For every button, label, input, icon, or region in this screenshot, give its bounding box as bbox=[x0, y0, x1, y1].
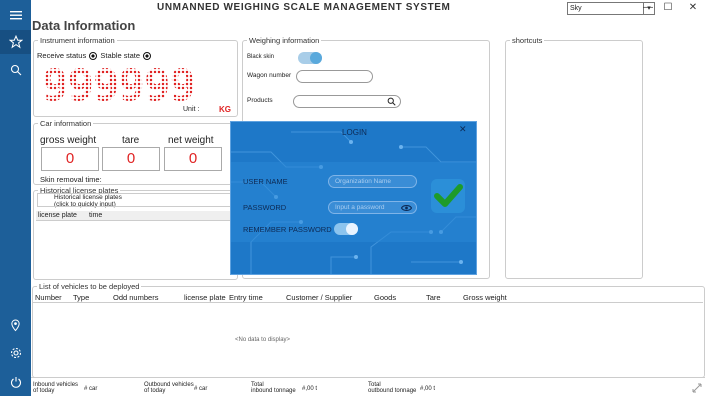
skin-removal-label: Skin removal time: bbox=[40, 175, 102, 184]
car-info-legend: Car information bbox=[40, 119, 92, 128]
app-title: UNMANNED WEIGHING SCALE MANAGEMENT SYSTE… bbox=[157, 2, 451, 13]
maximize-button[interactable]: ☐ bbox=[658, 1, 678, 15]
weighing-legend: Weighing information bbox=[249, 36, 320, 45]
gross-weight-value: 0 bbox=[41, 147, 99, 171]
col-license-plate: license plate bbox=[184, 293, 226, 302]
unit-label: Unit : bbox=[183, 106, 200, 113]
left-nav-rail bbox=[0, 0, 31, 396]
user-name-input[interactable]: Organization Name bbox=[328, 175, 417, 188]
history-search-input[interactable] bbox=[37, 193, 235, 207]
products-label: Products bbox=[247, 97, 273, 104]
theme-select-value: Sky bbox=[570, 5, 582, 12]
col-time: time bbox=[89, 212, 103, 219]
remember-password-toggle[interactable] bbox=[334, 223, 358, 235]
toggle-knob bbox=[346, 223, 358, 235]
eye-icon[interactable] bbox=[401, 204, 412, 212]
wagon-number-input[interactable] bbox=[296, 70, 373, 83]
tare-value: 0 bbox=[102, 147, 160, 171]
col-number: Number bbox=[35, 293, 62, 302]
stable-state-indicator bbox=[143, 52, 152, 61]
col-entry-time: Entry time bbox=[229, 293, 263, 302]
col-tare: Tare bbox=[426, 293, 441, 302]
password-placeholder: Input a password bbox=[335, 204, 385, 211]
title-bar: UNMANNED WEIGHING SCALE MANAGEMENT SYSTE… bbox=[31, 0, 705, 17]
wagon-number-label: Wagon number bbox=[247, 72, 292, 79]
toggle-knob bbox=[310, 52, 322, 64]
col-customer-supplier: Customer / Supplier bbox=[286, 293, 353, 302]
col-odd-numbers: Odd numbers bbox=[113, 293, 159, 302]
vehicles-legend: List of vehicles to be deployed bbox=[39, 282, 140, 291]
power-icon[interactable] bbox=[0, 370, 31, 394]
password-input[interactable]: Input a password bbox=[328, 201, 417, 214]
user-name-label: USER NAME bbox=[243, 177, 288, 186]
search-icon[interactable] bbox=[0, 58, 31, 82]
black-skin-toggle[interactable] bbox=[298, 52, 322, 64]
inbound-vehicles-label-2: of today bbox=[33, 388, 55, 394]
black-skin-label: Black skin bbox=[247, 54, 275, 60]
col-gross-weight: Gross weight bbox=[463, 293, 507, 302]
outbound-tonnage-label: Total outbound tonnage bbox=[368, 382, 416, 394]
login-title: LOGIN bbox=[342, 128, 367, 137]
menu-icon[interactable] bbox=[0, 3, 31, 27]
col-type: Type bbox=[73, 293, 90, 302]
receive-status-indicator bbox=[89, 52, 98, 61]
minimize-button[interactable]: — bbox=[638, 1, 658, 15]
empty-message: <No data to display> bbox=[235, 337, 291, 343]
outbound-tonnage-value: #,00 t bbox=[420, 386, 436, 392]
receive-status-label: Receive status bbox=[37, 51, 87, 60]
weight-display: 999999 bbox=[37, 62, 213, 112]
close-button[interactable]: ✕ bbox=[683, 1, 703, 15]
outbound-vehicles-value: # car bbox=[194, 386, 208, 392]
location-icon[interactable] bbox=[0, 313, 31, 337]
inbound-tonnage-label: Total inbound tonnage bbox=[251, 382, 296, 394]
login-close-button[interactable]: ✕ bbox=[459, 124, 467, 135]
outbound-tonnage-label-2: outbound tonnage bbox=[368, 388, 417, 394]
resize-grip-icon[interactable] bbox=[692, 383, 702, 393]
receive-status-row: Receive status Stable state bbox=[37, 51, 152, 61]
unit-value: KG bbox=[219, 105, 231, 114]
search-icon[interactable] bbox=[387, 97, 396, 106]
col-license-plate: license plate bbox=[38, 212, 77, 219]
outbound-vehicles-label: Outbound vehicles of today bbox=[144, 382, 194, 394]
outbound-vehicles-label-2: of today bbox=[144, 388, 166, 394]
inbound-tonnage-label-2: inbound tonnage bbox=[251, 388, 296, 394]
shortcuts-panel: shortcuts bbox=[505, 36, 643, 279]
password-label: PASSWORD bbox=[243, 203, 287, 212]
tare-label: tare bbox=[122, 135, 140, 146]
led-dot-mask bbox=[37, 62, 213, 112]
login-button[interactable] bbox=[431, 179, 465, 213]
vehicles-table-header: Number Type Odd numbers license plate En… bbox=[33, 292, 703, 303]
inbound-vehicles-value: # car bbox=[84, 386, 98, 392]
stable-state-label: Stable state bbox=[100, 51, 140, 60]
shortcuts-legend: shortcuts bbox=[512, 36, 543, 45]
net-weight-label: net weight bbox=[168, 135, 214, 146]
login-dialog: LOGIN ✕ USER NAME Organization Name PASS… bbox=[230, 121, 477, 275]
products-input[interactable] bbox=[293, 95, 401, 108]
inbound-vehicles-label: Inbound vehicles of today bbox=[33, 382, 78, 394]
gross-weight-label: gross weight bbox=[40, 135, 97, 146]
settings-icon[interactable] bbox=[0, 341, 31, 365]
history-table-header: license plate time bbox=[36, 211, 236, 221]
star-icon[interactable] bbox=[0, 30, 31, 54]
col-goods: Goods bbox=[374, 293, 397, 302]
inbound-tonnage-value: #,00 t bbox=[302, 386, 318, 392]
instrument-legend: Instrument information bbox=[40, 36, 115, 45]
checkmark-icon bbox=[434, 184, 463, 207]
status-bar: Inbound vehicles of today # car Outbound … bbox=[31, 377, 705, 396]
page-title: Data Information bbox=[32, 18, 136, 33]
remember-password-label: REMEMBER PASSWORD bbox=[243, 225, 332, 234]
net-weight-value: 0 bbox=[164, 147, 222, 171]
